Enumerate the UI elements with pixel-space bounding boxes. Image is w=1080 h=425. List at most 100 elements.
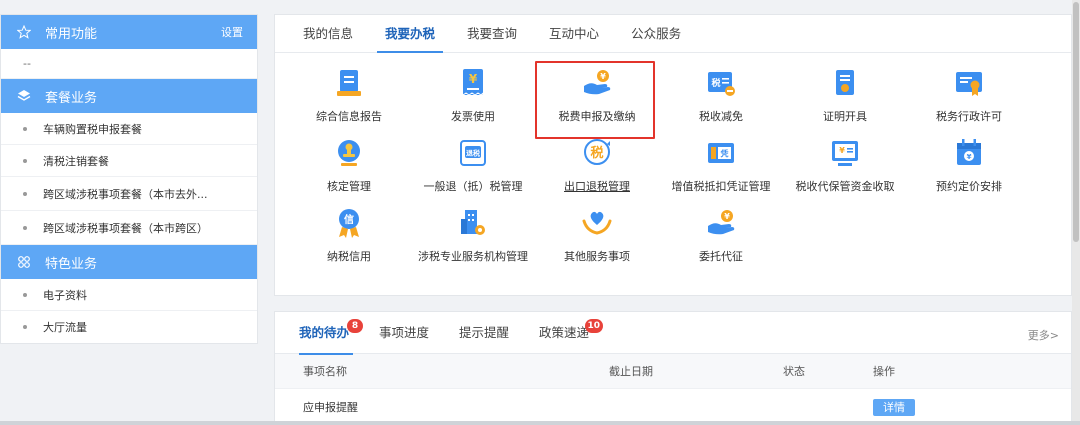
service-label: 综合信息报告	[316, 110, 382, 123]
sidebar-item[interactable]: 清税注销套餐	[1, 145, 257, 177]
invoice-icon: ¥	[462, 69, 484, 96]
service-pricing-arrangement[interactable]: ¥ 预约定价安排	[907, 131, 1031, 201]
service-assessment[interactable]: 核定管理	[287, 131, 411, 201]
service-comprehensive-report[interactable]: 综合信息报告	[287, 61, 411, 131]
license-icon	[956, 72, 982, 96]
services-tabs: 我的信息 我要办税 我要查询 互动中心 公众服务	[275, 15, 1071, 53]
service-certificate[interactable]: 证明开具	[783, 61, 907, 131]
sidebar-item[interactable]: 跨区域涉税事项套餐（本市跨区）	[1, 211, 257, 245]
delegate-icon: ¥	[708, 210, 735, 235]
refund-icon: 退税	[460, 140, 486, 166]
sidebar-item-label: 大厅流量	[43, 321, 87, 334]
tab-query[interactable]: 我要查询	[451, 15, 533, 52]
calendar-icon: ¥	[957, 139, 981, 165]
sidebar-item[interactable]: 车辆购置税申报套餐	[1, 113, 257, 145]
bullet-icon	[23, 158, 27, 163]
column-header-date: 截止日期	[609, 365, 653, 378]
svg-text:¥: ¥	[600, 72, 606, 81]
sidebar-item-label: 跨区域涉税事项套餐（本市去外...	[43, 187, 208, 201]
service-invoice[interactable]: ¥ 发票使用	[411, 61, 535, 131]
svg-text:税: 税	[590, 145, 603, 161]
tab-my-todo[interactable]: 我的待办 8	[299, 312, 364, 355]
service-export-refund[interactable]: 税 出口退税管理	[535, 131, 659, 201]
service-general-refund[interactable]: 退税 一般退（抵）税管理	[411, 131, 535, 201]
sidebar: 常用功能 设置 -- 套餐业务 车辆购置税申报套餐 清税注销套餐 跨区域涉税事项…	[0, 14, 258, 344]
tab-interaction[interactable]: 互动中心	[533, 15, 615, 52]
column-header-status: 状态	[783, 365, 805, 378]
service-grid: 综合信息报告 ¥ 发票使用 ¥ 税费申报及缴纳 税 税收减免 证明开具 税务行政…	[287, 61, 1031, 271]
star-icon	[15, 25, 33, 39]
service-custody-fund[interactable]: ¥ 税收代保管资金收取	[783, 131, 907, 201]
service-tax-reduction[interactable]: 税 税收减免	[659, 61, 783, 131]
more-link[interactable]: 更多>	[1028, 327, 1059, 343]
column-header-name: 事项名称	[303, 365, 347, 378]
sidebar-item-label: 车辆购置税申报套餐	[43, 122, 142, 136]
sidebar-item[interactable]: 跨区域涉税事项套餐（本市去外...	[1, 177, 257, 211]
service-label: 税费申报及缴纳	[558, 110, 636, 123]
sidebar-header-common: 常用功能 设置	[1, 15, 257, 49]
service-label: 预约定价安排	[936, 180, 1002, 193]
tab-my-info[interactable]: 我的信息	[287, 15, 369, 52]
sidebar-item[interactable]: 大厅流量	[1, 311, 257, 343]
service-agency-management[interactable]: 涉税专业服务机构管理	[411, 201, 535, 271]
tab-policy-express[interactable]: 政策速递 10	[539, 312, 604, 354]
service-label: 出口退税管理	[564, 180, 630, 193]
settings-link[interactable]: 设置	[221, 24, 243, 40]
service-label: 税收代保管资金收取	[795, 180, 895, 193]
count-badge: 10	[584, 318, 604, 333]
sidebar-header-label: 特色业务	[45, 256, 98, 272]
service-label: 税收减免	[699, 110, 743, 123]
count-badge: 8	[347, 318, 364, 333]
svg-text:退税: 退税	[466, 149, 480, 158]
table-row: 应申报提醒 详情	[275, 388, 1071, 424]
vertical-scrollbar[interactable]	[1072, 0, 1080, 425]
agency-icon	[461, 210, 485, 235]
service-tax-credit[interactable]: 信 纳税信用	[287, 201, 411, 271]
common-empty: --	[1, 49, 257, 79]
svg-text:¥: ¥	[839, 146, 845, 155]
service-label: 发票使用	[451, 110, 495, 123]
service-vat-voucher[interactable]: 凭 增值税抵扣凭证管理	[659, 131, 783, 201]
certificate-icon	[836, 70, 854, 95]
tab-label: 我的待办	[299, 324, 350, 340]
tab-tax-handling[interactable]: 我要办税	[369, 15, 451, 53]
sidebar-header-packages: 套餐业务	[1, 79, 257, 113]
bullet-icon	[23, 225, 27, 230]
export-refund-icon: 税	[584, 139, 610, 165]
svg-text:¥: ¥	[967, 153, 972, 161]
todo-tabs: 我的待办 8 事项进度 提示提醒 政策速递 10 更多>	[275, 312, 1071, 355]
service-label: 纳税信用	[327, 250, 371, 263]
heart-hands-icon	[582, 211, 612, 235]
detail-button[interactable]: 详情	[873, 398, 915, 416]
service-label: 委托代征	[699, 250, 743, 263]
layers-icon	[15, 89, 33, 103]
stamp-icon	[338, 140, 360, 166]
tab-progress[interactable]: 事项进度	[379, 312, 429, 354]
bottom-strip	[0, 421, 1080, 425]
sidebar-item-label: 跨区域涉税事项套餐（本市跨区）	[43, 221, 208, 235]
service-admin-license[interactable]: 税务行政许可	[907, 61, 1031, 131]
service-other[interactable]: 其他服务事项	[535, 201, 659, 271]
service-label: 一般退（抵）税管理	[423, 180, 523, 193]
svg-text:凭: 凭	[720, 149, 729, 159]
svg-text:信: 信	[344, 213, 354, 226]
tab-public-service[interactable]: 公众服务	[615, 15, 697, 52]
tab-label: 政策速递	[539, 324, 590, 340]
tax-reduction-icon: 税	[708, 72, 735, 96]
tab-label: 提示提醒	[459, 324, 510, 340]
tax-payment-icon: ¥	[584, 70, 611, 95]
scrollbar-thumb[interactable]	[1073, 2, 1079, 242]
sidebar-header-label: 常用功能	[45, 26, 98, 42]
bullet-icon	[23, 126, 27, 131]
service-label: 涉税专业服务机构管理	[418, 250, 528, 263]
sidebar-header-label: 套餐业务	[45, 90, 98, 106]
tab-reminders[interactable]: 提示提醒	[459, 312, 509, 354]
svg-text:¥: ¥	[469, 72, 478, 86]
service-label: 证明开具	[823, 110, 867, 123]
sidebar-item[interactable]: 电子资料	[1, 279, 257, 311]
service-label: 增值税抵扣凭证管理	[671, 180, 771, 193]
sidebar-item-label: 清税注销套餐	[43, 154, 109, 168]
report-icon	[337, 70, 361, 96]
service-tax-payment[interactable]: ¥ 税费申报及缴纳	[535, 61, 659, 139]
service-delegated-collection[interactable]: ¥ 委托代征	[659, 201, 783, 271]
